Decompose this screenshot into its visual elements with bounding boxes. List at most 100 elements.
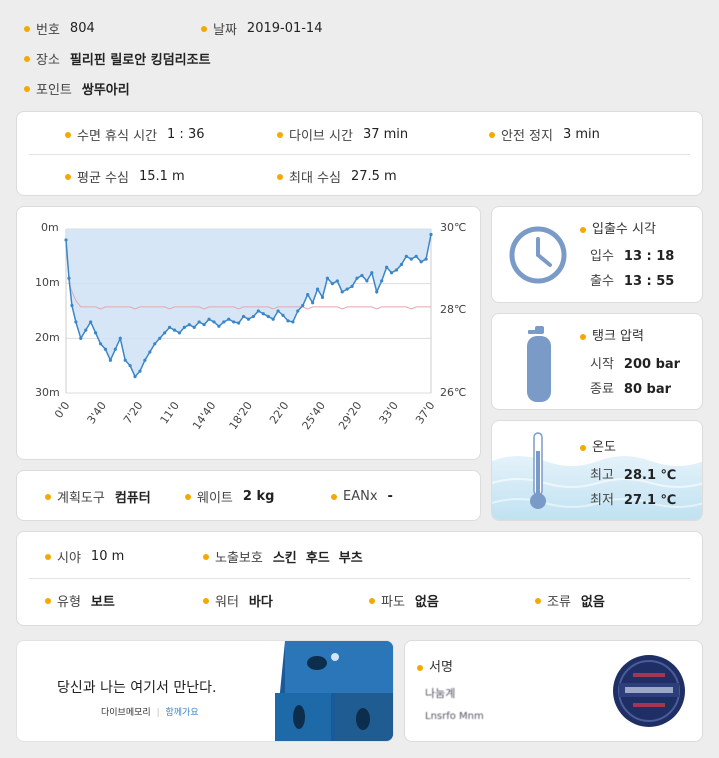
water-label: 워터 xyxy=(215,595,239,610)
depth-point xyxy=(380,279,384,283)
signature-subtext: Lnsrfo Mnm xyxy=(425,711,484,722)
tank-icon xyxy=(527,326,551,402)
depth-point xyxy=(404,254,408,258)
planning-tool-value: 컴퓨터 xyxy=(114,491,151,506)
current-label: 조류 xyxy=(547,595,571,610)
wave-value: 없음 xyxy=(414,595,439,610)
depth-point xyxy=(74,320,78,324)
depth-point xyxy=(355,276,359,280)
depth-point xyxy=(325,276,330,280)
time-tick-label: 11'0 xyxy=(158,399,182,426)
depth-point xyxy=(261,312,265,316)
tank-end-value: 80 bar xyxy=(623,382,672,397)
depth-point xyxy=(296,309,300,313)
depth-point xyxy=(64,238,68,242)
conditions-card: 시야 10 m 노출보호 스킨 후드 부츠 유형 보트 워터 바다 파도 없음 조류 없음 xyxy=(16,531,703,626)
depth-area xyxy=(66,229,431,377)
depth-point xyxy=(340,290,344,294)
depth-point xyxy=(212,320,216,324)
dive-date-label: 날짜 xyxy=(213,23,237,38)
safety-stop-value: 3 min xyxy=(562,127,600,142)
summary-divider xyxy=(29,154,690,155)
depth-point xyxy=(187,323,191,327)
dive-number-field: 번호 804 xyxy=(24,18,95,38)
exposure-field: 노출보호 스킨 후드 부츠 xyxy=(203,546,363,566)
clock-icon xyxy=(509,226,567,284)
temp-high-value: 28.1 ℃ xyxy=(623,468,677,483)
depth-point xyxy=(158,336,162,340)
dive-date-value: 2019-01-14 xyxy=(246,21,323,36)
depth-point xyxy=(67,276,71,280)
max-depth-label: 최대 수심 xyxy=(289,171,341,186)
dive-type-field: 유형 보트 xyxy=(45,590,115,610)
dive-time-value: 37 min xyxy=(362,127,409,142)
safety-stop-label: 안전 정지 xyxy=(501,129,553,144)
dive-time-field: 다이브 시간 37 min xyxy=(277,124,408,144)
max-depth-field: 최대 수심 27.5 m xyxy=(277,166,397,186)
stamp-seal-icon xyxy=(613,655,685,727)
water-field: 워터 바다 xyxy=(203,590,273,610)
depth-point xyxy=(256,309,260,313)
banner-tagline: 함께가요 xyxy=(165,708,199,718)
signature-card: 서명 나눔계 Lnsrfo Mnm xyxy=(404,640,703,742)
depth-point xyxy=(370,271,374,275)
diver-photo-collage xyxy=(275,641,393,741)
weight-field: 웨이트 2 kg xyxy=(185,486,274,506)
depth-point xyxy=(320,295,325,299)
depth-point xyxy=(271,317,275,321)
entry-exit-card: 입출수 시각 입수 13 : 18 출수 13 : 55 xyxy=(491,206,703,303)
weight-value: 2 kg xyxy=(242,489,275,504)
depth-point xyxy=(217,324,221,328)
depth-point xyxy=(399,262,404,267)
dive-place-value: 필리핀 릴로안 킹덤리조트 xyxy=(69,53,211,68)
depth-point xyxy=(222,320,226,324)
depth-point xyxy=(197,320,201,324)
gear-card: 계획도구 컴퓨터 웨이트 2 kg EANx - xyxy=(16,470,481,521)
depth-point xyxy=(365,279,369,283)
tank-pressure-card: 탱크 압력 시작 200 bar 종료 80 bar xyxy=(491,313,703,410)
depth-point xyxy=(70,303,74,308)
time-tick-label: 18'20 xyxy=(227,399,255,432)
wave-label: 파도 xyxy=(381,595,405,610)
exit-label: 출수 xyxy=(590,274,614,289)
depth-point xyxy=(177,331,182,335)
time-tick-label: 37'0 xyxy=(413,399,437,426)
dive-number-value: 804 xyxy=(69,21,95,36)
max-depth-value: 27.5 m xyxy=(350,169,397,184)
dive-profile-chart: 0'0 3'40 7'20 11'0 14'40 18'20 22'0 25'40 29'20 3… xyxy=(52,228,437,432)
depth-point xyxy=(153,342,157,346)
safety-stop-field: 안전 정지 3 min xyxy=(489,124,600,144)
depth-point xyxy=(163,331,167,335)
avg-depth-field: 평균 수심 15.1 m xyxy=(65,166,185,186)
time-tick-label: 29'20 xyxy=(336,399,364,432)
thermometer-icon xyxy=(530,432,546,509)
depth-point xyxy=(232,320,236,324)
depth-point xyxy=(311,301,315,305)
depth-point xyxy=(138,369,142,373)
dive-place-label: 장소 xyxy=(36,53,60,68)
dive-number-label: 번호 xyxy=(36,23,60,38)
depth-point xyxy=(241,314,246,319)
depth-point xyxy=(79,336,83,340)
entry-label: 입수 xyxy=(590,249,614,264)
eanx-value: - xyxy=(387,489,393,504)
depth-point xyxy=(108,358,112,362)
tank-title: 탱크 압력 xyxy=(592,329,644,344)
temp-low-value: 27.1 ℃ xyxy=(623,493,677,508)
avg-depth-label: 평균 수심 xyxy=(77,171,129,186)
dive-point-value: 쌍뚜아리 xyxy=(81,83,130,98)
depth-point xyxy=(385,265,389,269)
depth-point xyxy=(266,314,270,319)
signature-name: 나눔계 xyxy=(425,687,456,700)
depth-point xyxy=(424,257,428,261)
depth-point xyxy=(182,325,186,329)
depth-point xyxy=(148,350,152,354)
weight-label: 웨이트 xyxy=(197,491,233,506)
time-tick-label: 7'20 xyxy=(121,399,145,426)
depth-point xyxy=(133,375,137,379)
depth-point xyxy=(301,303,305,308)
depth-point xyxy=(192,325,196,329)
promo-banner[interactable]: 당신과 나는 여기서 만난다. 다이브메모리 | 함께가요 xyxy=(16,640,394,742)
time-tick-label: 33'0 xyxy=(377,399,401,426)
depth-point xyxy=(335,279,339,283)
